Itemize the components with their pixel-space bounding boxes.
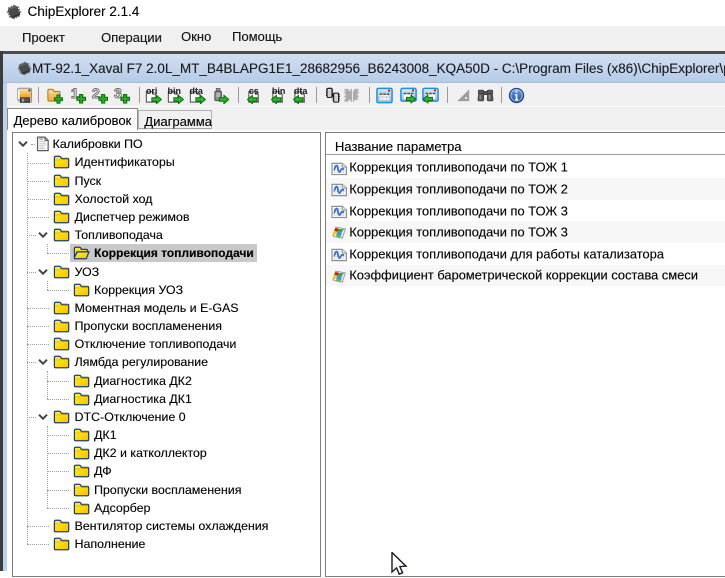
svg-text:dta: dta: [189, 87, 203, 96]
svg-text:cs: cs: [249, 87, 259, 96]
svg-text:dta: dta: [294, 87, 308, 96]
svg-text:bin: bin: [167, 87, 180, 96]
svg-text:ori: ori: [146, 87, 157, 96]
svg-text:bin: bin: [271, 87, 284, 96]
